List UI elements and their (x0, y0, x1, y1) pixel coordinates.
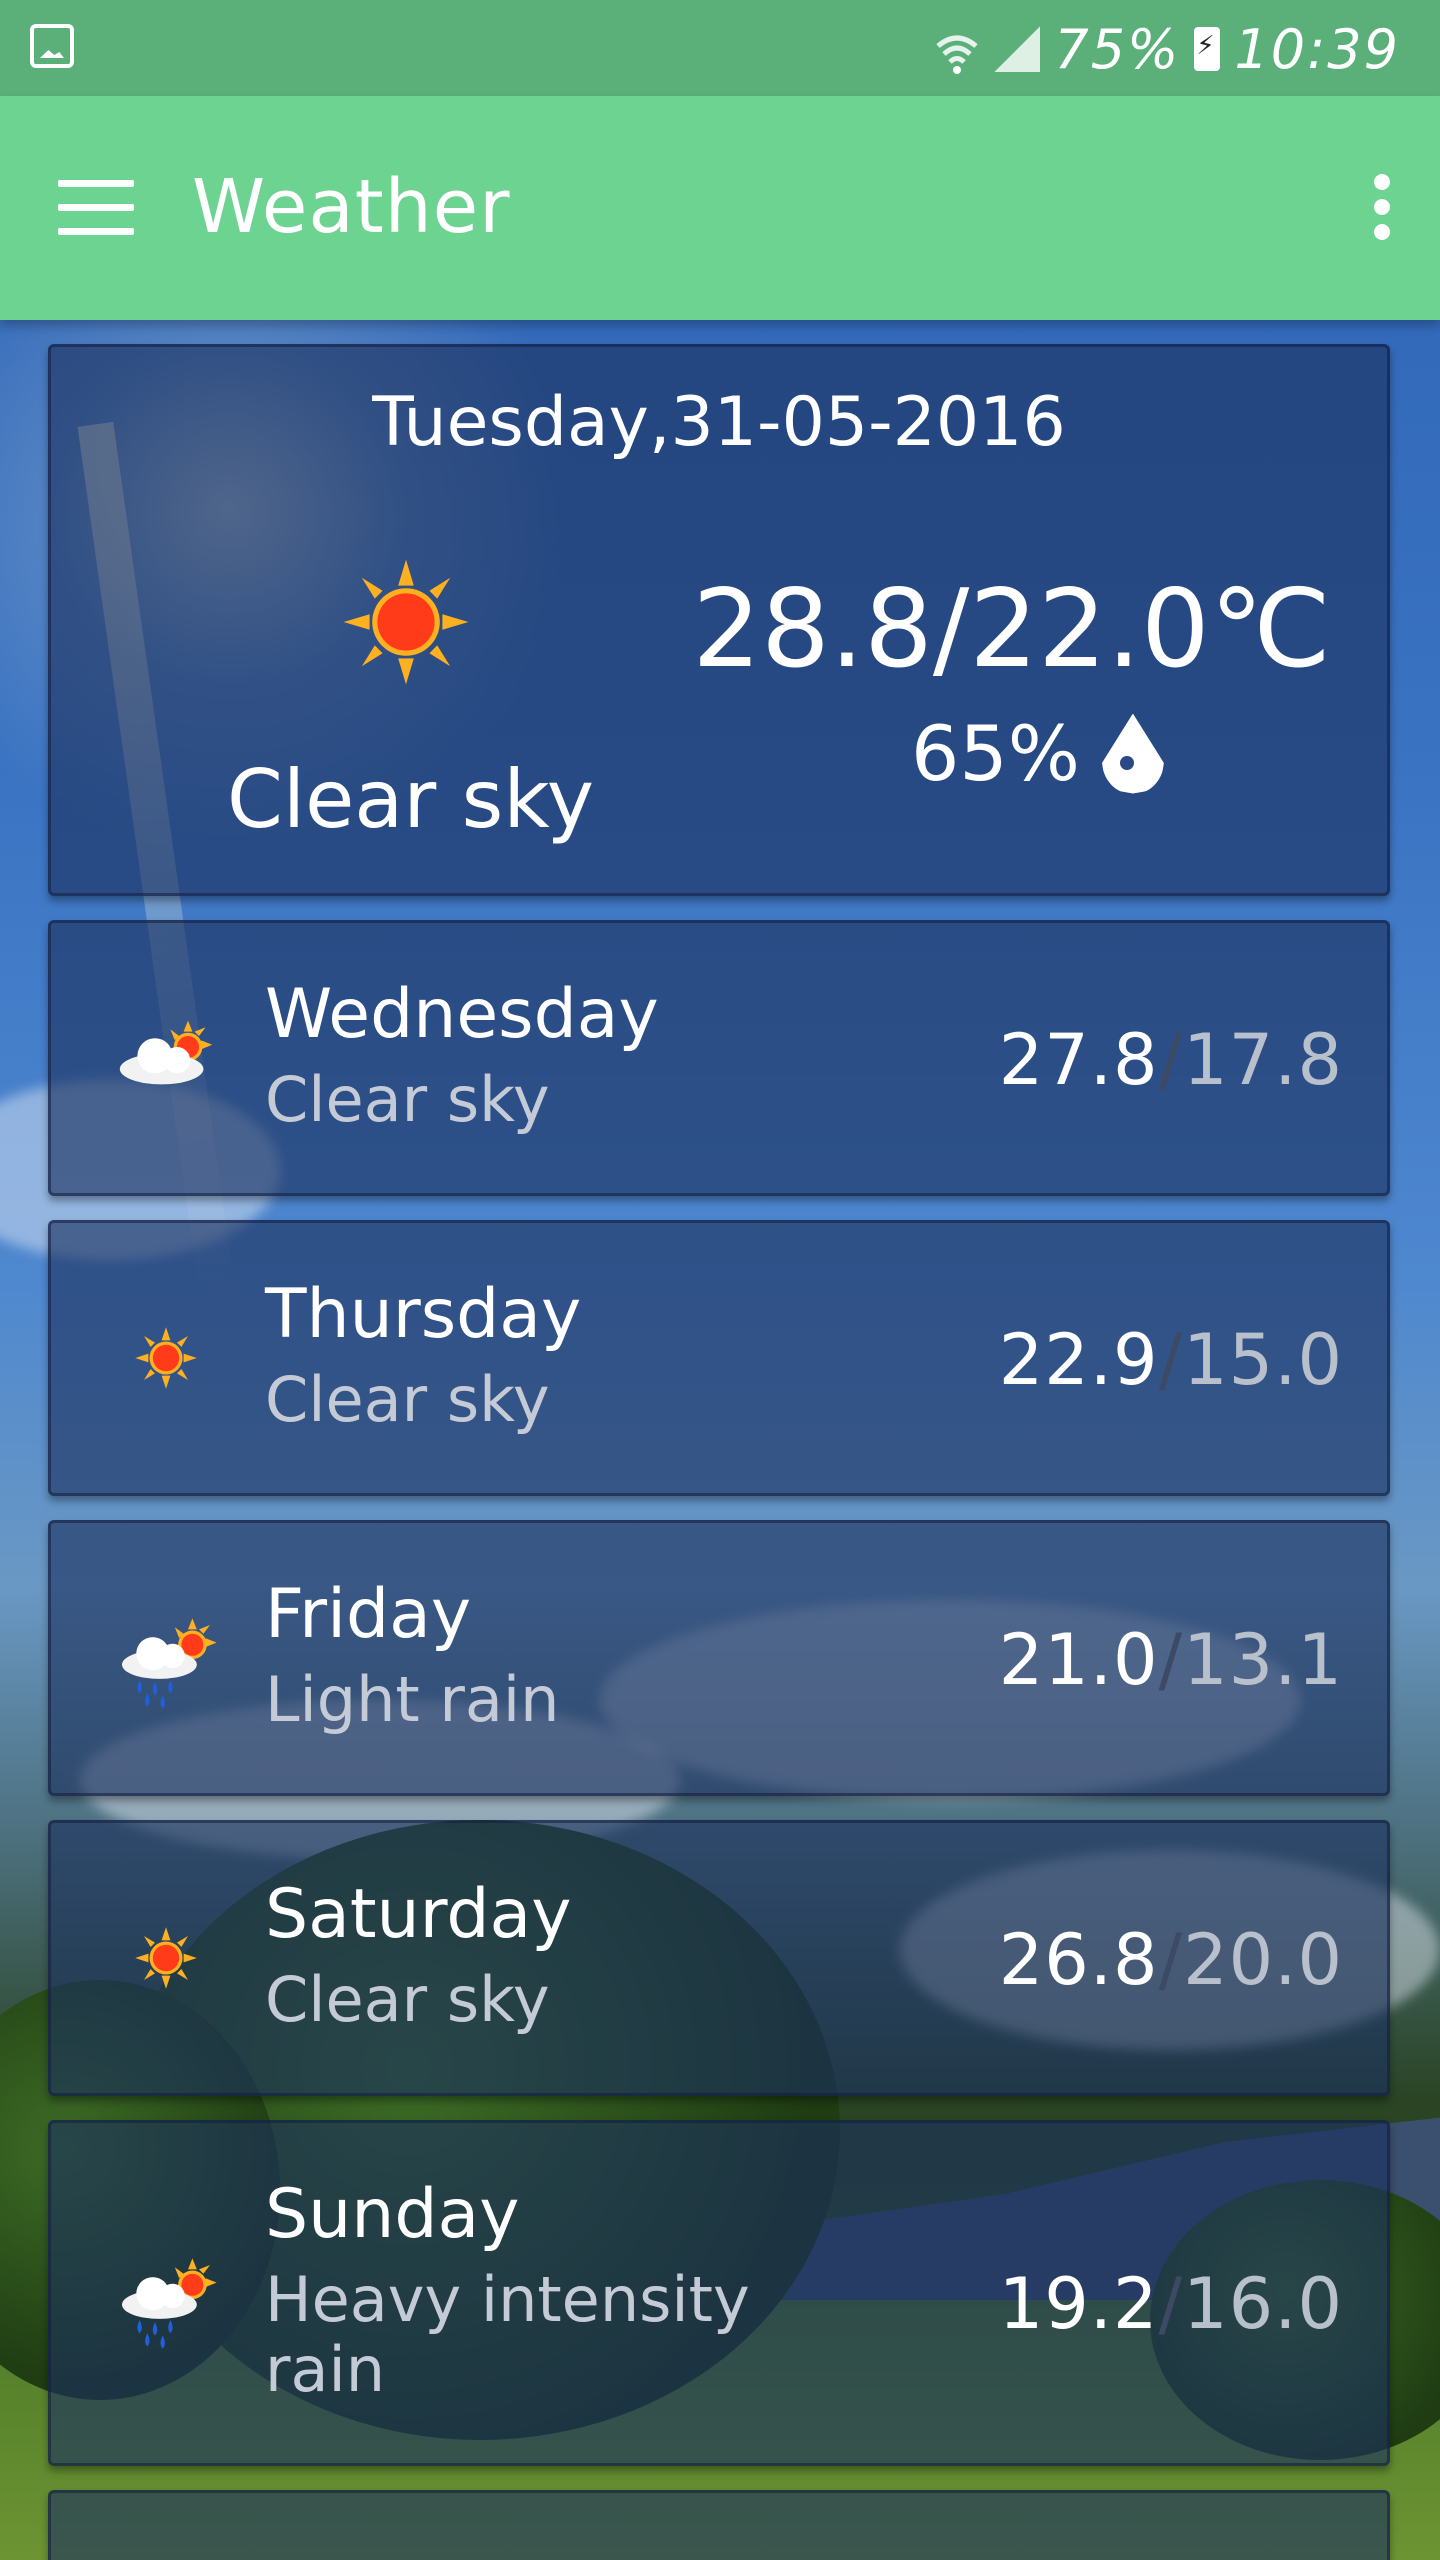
forecast-description: Clear sky (265, 1963, 550, 2036)
forecast-min-temp: 16.0 (1183, 2263, 1343, 2345)
app-title: Weather (192, 164, 511, 250)
forecast-description: Light rain (265, 1663, 560, 1736)
status-indicators: 75% 10:39 (934, 14, 1400, 84)
gallery-notification-icon (30, 24, 74, 68)
forecast-temperatures: 26.8/20.0 (999, 1919, 1343, 2001)
forecast-item-next[interactable] (48, 2490, 1390, 2560)
cell-signal-icon (994, 26, 1041, 72)
sun-icon (111, 1903, 221, 2013)
forecast-min-temp: 17.8 (1183, 1019, 1343, 1101)
temp-separator: / (1158, 2263, 1184, 2345)
rain-sun-icon (111, 1603, 221, 1713)
forecast-max-temp: 26.8 (998, 1919, 1159, 2001)
humidity-value: 65% (911, 709, 1080, 798)
forecast-max-temp: 22.9 (998, 1319, 1159, 1401)
temp-separator: / (1158, 1619, 1184, 1701)
forecast-temperatures: 22.9/15.0 (999, 1319, 1343, 1401)
forecast-description: Clear sky (265, 1363, 550, 1436)
today-weather-card[interactable]: Tuesday,31-05-2016 28.8/22.0℃ 65% Clear … (48, 344, 1390, 896)
forecast-description: Clear sky (265, 1063, 550, 1136)
wifi-icon (934, 26, 980, 74)
today-temperature: 28.8/22.0℃ (692, 567, 1331, 692)
forecast-item-thursday[interactable]: Thursday Clear sky 22.9/15.0 (48, 1220, 1390, 1496)
forecast-day: Wednesday (265, 975, 659, 1054)
weather-screen: 75% 10:39 Weather Tuesday,31-05-2016 (0, 0, 1440, 2560)
today-date: Tuesday,31-05-2016 (372, 383, 1066, 462)
forecast-day: Friday (265, 1575, 472, 1654)
forecast-day: Saturday (265, 1875, 572, 1954)
forecast-item-friday[interactable]: Friday Light rain 21.0/13.1 (48, 1520, 1390, 1796)
forecast-item-sunday[interactable]: Sunday Heavy intensity rain 19.2/16.0 (48, 2120, 1390, 2466)
forecast-min-temp: 15.0 (1183, 1319, 1343, 1401)
forecast-min-temp: 13.1 (1183, 1619, 1343, 1701)
more-options-icon[interactable] (1372, 174, 1392, 240)
status-bar: 75% 10:39 (0, 0, 1440, 96)
sun-icon (341, 557, 471, 687)
today-description: Clear sky (227, 753, 595, 846)
forecast-temperatures: 27.8/17.8 (999, 1019, 1343, 1101)
temp-separator: / (1158, 1019, 1184, 1101)
temp-separator: / (1158, 1319, 1184, 1401)
humidity-drop-icon (1101, 713, 1164, 794)
battery-percentage: 75% (1054, 17, 1181, 81)
forecast-day: Thursday (265, 1275, 582, 1354)
forecast-max-temp: 19.2 (998, 2263, 1159, 2345)
forecast-day: Sunday (265, 2175, 520, 2254)
forecast-max-temp: 21.0 (998, 1619, 1159, 1701)
app-bar: Weather (0, 96, 1440, 320)
cloud-sun-icon (111, 1003, 221, 1113)
temp-separator: / (1158, 1919, 1184, 2001)
forecast-description: Heavy intensity rain (265, 2263, 750, 2406)
forecast-item-saturday[interactable]: Saturday Clear sky 26.8/20.0 (48, 1820, 1390, 2096)
forecast-min-temp: 20.0 (1183, 1919, 1343, 2001)
sun-icon (111, 1303, 221, 1413)
today-humidity: 65% (911, 709, 1164, 798)
status-time: 10:39 (1234, 17, 1400, 81)
forecast-temperatures: 19.2/16.0 (999, 2263, 1343, 2345)
forecast-max-temp: 27.8 (998, 1019, 1159, 1101)
rain-sun-icon (111, 2243, 221, 2353)
forecast-temperatures: 21.0/13.1 (999, 1619, 1343, 1701)
battery-charging-icon (1194, 27, 1221, 71)
hamburger-menu-icon[interactable] (58, 180, 134, 236)
forecast-item-wednesday[interactable]: Wednesday Clear sky 27.8/17.8 (48, 920, 1390, 1196)
